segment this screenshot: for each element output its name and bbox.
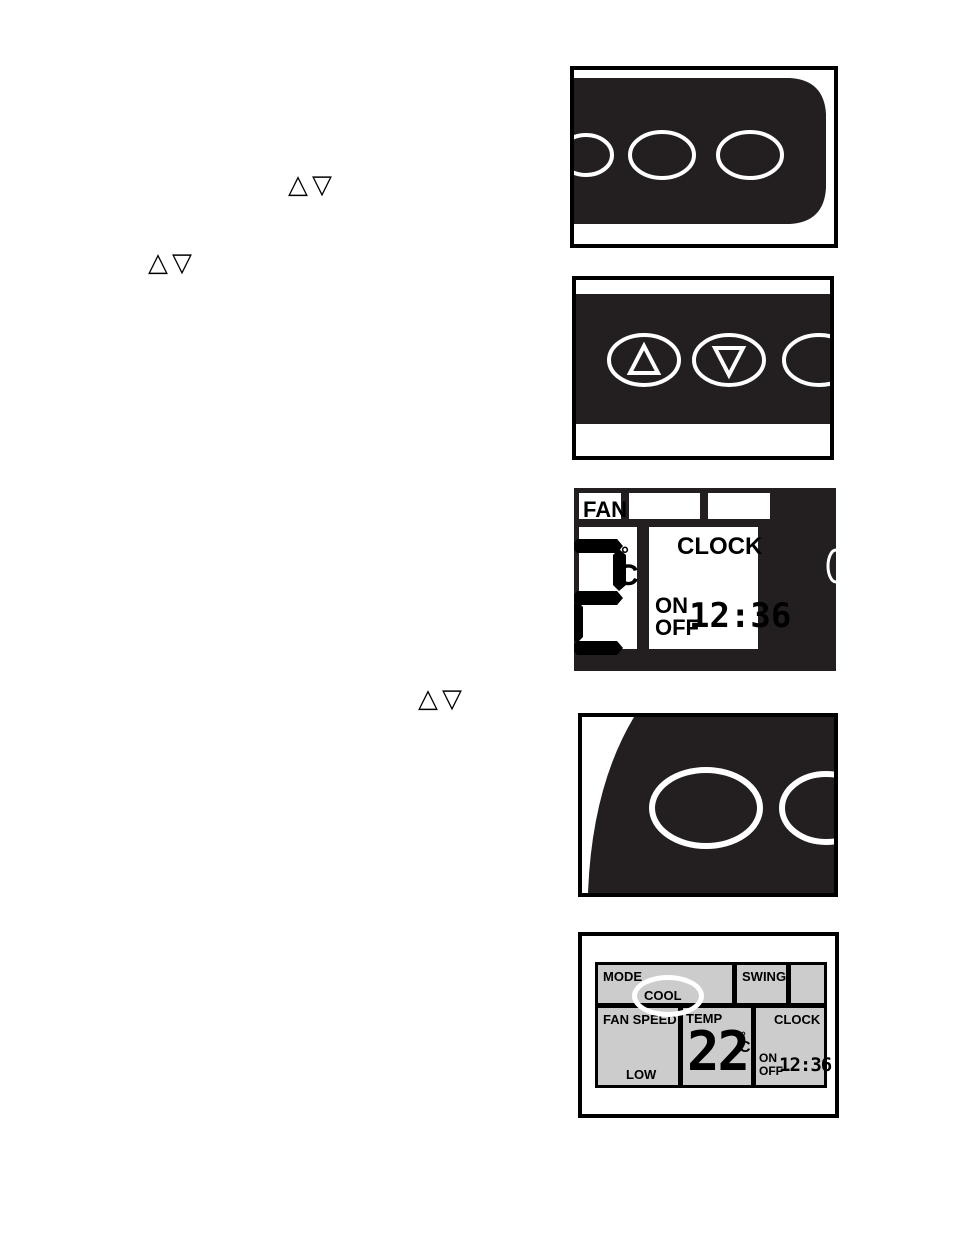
lcd-celsius-symbol: C (739, 1039, 751, 1056)
lcd-clock-time: 12:36 (779, 1054, 832, 1076)
lcd-cell-top-2 (626, 490, 703, 522)
lcd-value-fan-speed: LOW (626, 1067, 657, 1082)
lcd-label-swing: SWING (742, 969, 787, 984)
lcd-cell-temperature: ° C (574, 524, 640, 655)
remote-body-shape (574, 78, 826, 224)
instruction-glyph-pair-2: △ ▽ (148, 250, 192, 276)
triangle-down-icon: ▽ (312, 170, 332, 200)
figure-lcd-clock-zoom: FAN ° C CLOCK ON OFF 12:36 (574, 488, 836, 671)
lcd-cell-temp: TEMP 22 ° C (680, 1005, 754, 1088)
seven-segment-digit-partial (574, 539, 626, 655)
lcd-label-fan: FAN (583, 497, 627, 522)
lcd-clock-time: 12:36 (689, 596, 792, 636)
remote-body-shape (588, 717, 834, 893)
triangle-up-icon: △ (288, 170, 308, 200)
instruction-glyph-pair-3: △ ▽ (418, 686, 462, 712)
oval-button-partial-icon (826, 548, 836, 584)
lcd-screen-zoom: FAN ° C CLOCK ON OFF 12:36 (574, 488, 836, 671)
lcd-label-fan-speed: FAN SPEED (603, 1012, 677, 1027)
lcd-cell-clock: CLOCK ON OFF 12:36 (646, 524, 791, 652)
triangle-down-icon: ▽ (172, 248, 192, 278)
figure-remote-single-button-zoom (578, 713, 838, 897)
lcd-cell-top-right-blank (788, 962, 827, 1006)
lcd-cell-fan: FAN (576, 490, 627, 522)
lcd-label-on: ON (759, 1051, 777, 1065)
lcd-label-clock: CLOCK (677, 533, 763, 560)
instruction-glyph-pair-1: △ ▽ (288, 172, 332, 198)
lcd-cell-top-3 (705, 490, 773, 522)
figure-remote-up-down-buttons (572, 276, 834, 460)
triangle-up-icon: △ (148, 248, 168, 278)
figure-remote-button-row-angled (570, 66, 838, 248)
triangle-up-icon: △ (418, 684, 438, 714)
lcd-cell-swing: SWING (734, 962, 789, 1006)
figure-lcd-full-display: MODE COOL SWING FAN SPEED LOW TEMP 22 ° … (578, 932, 839, 1118)
page-canvas: △ ▽ △ ▽ △ ▽ FAN ° C CLOCK ON OFF 12:36 M… (0, 0, 954, 1235)
lcd-label-clock: CLOCK (774, 1012, 821, 1027)
triangle-down-icon: ▽ (442, 684, 462, 714)
lcd-value-mode: COOL (644, 988, 682, 1003)
lcd-label-on: ON (655, 593, 688, 618)
lcd-label-mode: MODE (603, 969, 642, 984)
lcd-cell-fan-speed: FAN SPEED LOW (595, 1005, 681, 1088)
remote-body-shape (576, 294, 830, 424)
lcd-cell-clock: CLOCK ON OFF 12:36 (753, 1005, 832, 1088)
lcd-cell-mode: MODE COOL (595, 962, 735, 1006)
lcd-screen: MODE COOL SWING FAN SPEED LOW TEMP 22 ° … (595, 962, 832, 1088)
lcd-celsius-symbol: C (617, 559, 639, 592)
